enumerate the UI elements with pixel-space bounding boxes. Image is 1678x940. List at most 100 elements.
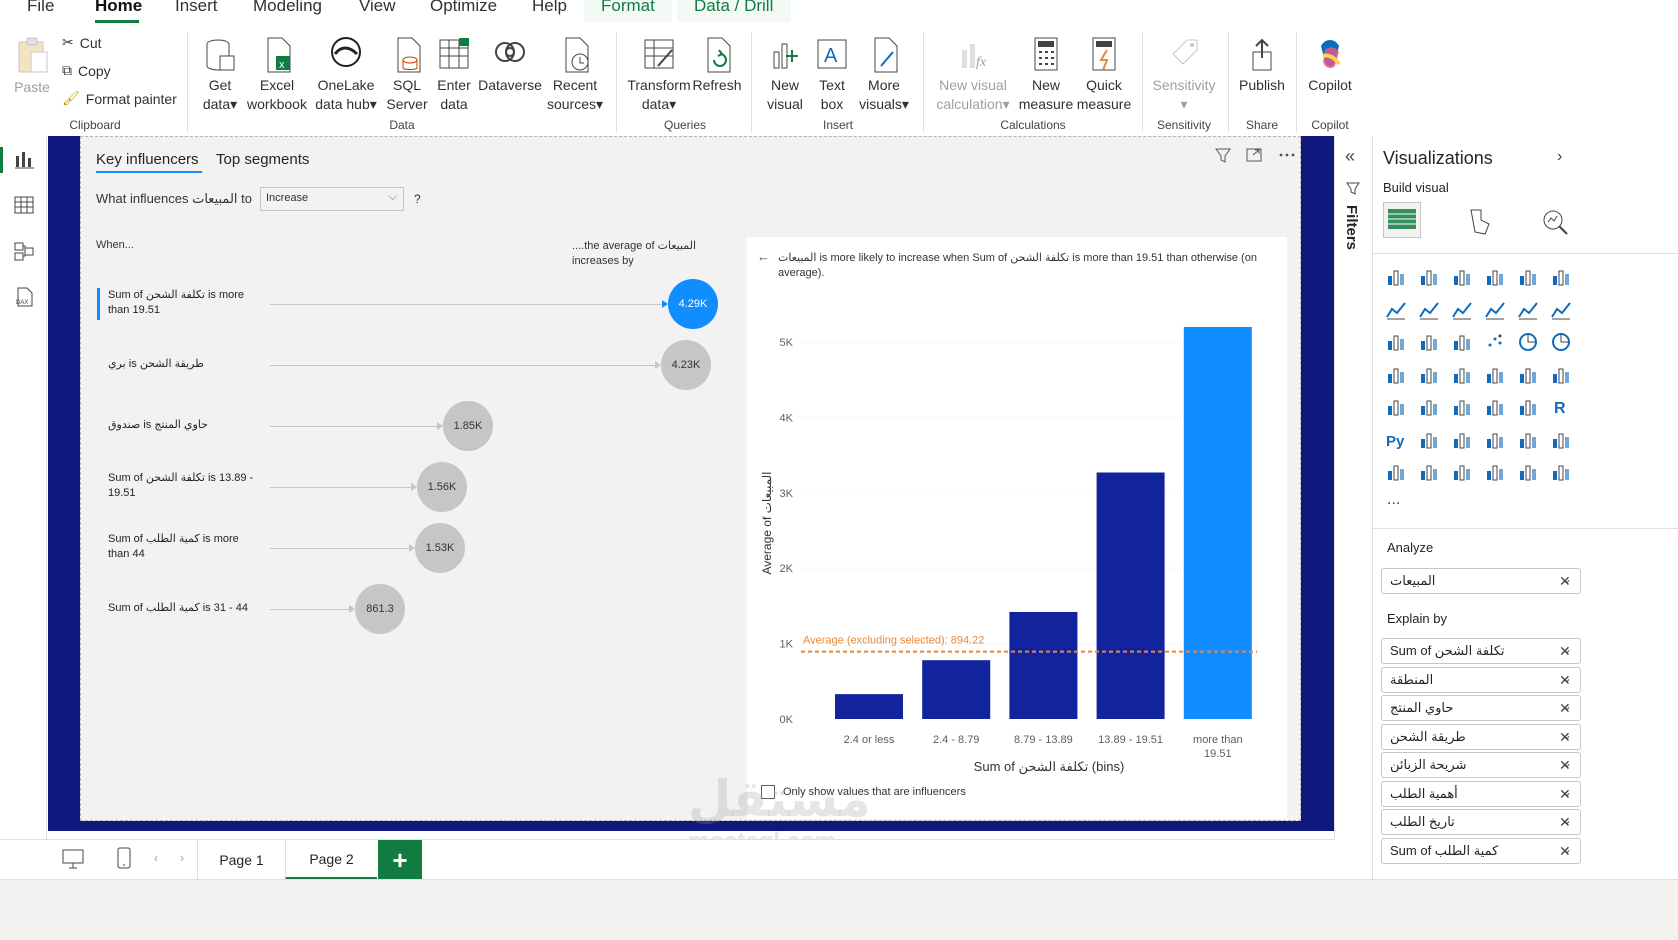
- desktop-layout-icon[interactable]: [60, 846, 86, 872]
- influence-bubble[interactable]: 1.56K: [417, 462, 467, 512]
- stacked-bar-icon[interactable]: [1385, 266, 1407, 288]
- bar[interactable]: [1096, 472, 1165, 719]
- dax-query-view-icon[interactable]: DAX: [13, 286, 35, 308]
- ribbon-icon[interactable]: [1550, 299, 1572, 321]
- explain-by-field[interactable]: شريحة الزبائن ⌄: [1381, 752, 1581, 778]
- gauge-icon[interactable]: [1517, 364, 1539, 386]
- analyze-field-well[interactable]: المبيعات ⌄: [1381, 568, 1581, 594]
- clustered-column-icon[interactable]: [1484, 266, 1506, 288]
- influence-bubble[interactable]: 4.29K: [668, 279, 718, 329]
- map-icon[interactable]: [1418, 364, 1440, 386]
- influencer-label[interactable]: Sum of تكلفة الشحن is more than 19.51: [108, 288, 258, 318]
- remove-field-icon[interactable]: ✕: [1559, 757, 1571, 774]
- help-icon[interactable]: ?: [414, 192, 421, 206]
- area-icon[interactable]: [1418, 299, 1440, 321]
- remove-field-icon[interactable]: ✕: [1559, 672, 1571, 689]
- scatter-icon[interactable]: [1484, 331, 1506, 353]
- explain-by-field[interactable]: أهمية الطلب ⌄: [1381, 780, 1581, 807]
- collapse-icon[interactable]: ›: [1557, 148, 1562, 166]
- qa-icon[interactable]: [1484, 429, 1506, 451]
- cut-button[interactable]: ✂ Cut: [62, 34, 102, 51]
- menu-insert[interactable]: Insert: [175, 0, 218, 16]
- influence-bubble[interactable]: 1.85K: [443, 401, 493, 451]
- table-view-icon[interactable]: [13, 194, 35, 216]
- bar[interactable]: [1183, 327, 1252, 719]
- add-page-button[interactable]: +: [378, 840, 422, 880]
- menu-modeling[interactable]: Modeling: [253, 0, 322, 16]
- line-column-icon[interactable]: [1517, 299, 1539, 321]
- page-tab-2[interactable]: Page 2: [285, 840, 377, 880]
- filters-label[interactable]: Filters: [1343, 205, 1360, 250]
- menu-view[interactable]: View: [359, 0, 396, 16]
- chevron-left-icon[interactable]: ‹: [154, 851, 158, 865]
- power-apps-icon[interactable]: [1451, 461, 1473, 483]
- explain-by-field[interactable]: المنطقة ⌄: [1381, 666, 1581, 693]
- get-data-button[interactable]: Get data▾: [195, 36, 245, 114]
- influencer-label[interactable]: صندوق is حاوي المنتج: [108, 418, 258, 433]
- 100pct-bar-icon[interactable]: [1517, 266, 1539, 288]
- influencer-label[interactable]: Sum of كمية الطلب is more than 44: [108, 532, 258, 562]
- decomposition-tree-icon[interactable]: [1451, 429, 1473, 451]
- pie-icon[interactable]: [1517, 331, 1539, 353]
- copilot-button[interactable]: Copilot: [1302, 36, 1358, 95]
- quick-measure-button[interactable]: Quick measure: [1076, 36, 1132, 114]
- page-tab-1[interactable]: Page 1: [197, 840, 285, 880]
- r-visual-icon[interactable]: R: [1550, 396, 1572, 418]
- new-visual-button[interactable]: New visual: [760, 36, 810, 114]
- new-card-icon[interactable]: [1418, 461, 1440, 483]
- explain-by-field[interactable]: حاوي المنتج ⌄: [1381, 695, 1581, 721]
- tab-key-influencers[interactable]: Key influencers: [96, 151, 199, 168]
- multi-row-card-icon[interactable]: [1385, 396, 1407, 418]
- remove-field-icon[interactable]: ✕: [1559, 700, 1571, 717]
- more-options-icon[interactable]: [1277, 145, 1297, 165]
- clustered-bar-icon[interactable]: [1451, 266, 1473, 288]
- paste-button[interactable]: Paste: [12, 36, 52, 97]
- card-icon[interactable]: [1550, 364, 1572, 386]
- focus-mode-icon[interactable]: [1244, 145, 1264, 165]
- python-visual-icon[interactable]: Py: [1385, 429, 1407, 451]
- filter-icon[interactable]: [1213, 145, 1233, 165]
- donut-icon[interactable]: [1550, 331, 1572, 353]
- ribbon-2-icon[interactable]: [1385, 331, 1407, 353]
- build-visual-tab[interactable]: [1383, 202, 1421, 238]
- more-visuals-ellipsis[interactable]: ...: [1387, 491, 1400, 509]
- explain-by-field[interactable]: طريقة الشحن ⌄: [1381, 723, 1581, 750]
- remove-field-icon[interactable]: ✕: [1559, 573, 1571, 590]
- remove-field-icon[interactable]: ✕: [1559, 786, 1571, 803]
- excel-workbook-button[interactable]: x Excel workbook: [244, 36, 310, 114]
- explain-by-field[interactable]: Sum of تكلفة الشحن ⌄: [1381, 638, 1581, 664]
- menu-optimize[interactable]: Optimize: [430, 0, 497, 16]
- new-visual-calculation-button[interactable]: fx New visual calculation▾: [930, 36, 1016, 114]
- azure-map-icon[interactable]: [1484, 364, 1506, 386]
- explain-by-field[interactable]: Sum of كمية الطلب ⌄: [1381, 837, 1581, 864]
- funnel-icon[interactable]: [1451, 331, 1473, 353]
- bar[interactable]: [922, 660, 991, 719]
- influencer-label[interactable]: Sum of تكلفة الشحن is 13.89 - 19.51: [108, 471, 258, 501]
- format-visual-icon[interactable]: [1463, 206, 1495, 236]
- influencer-label[interactable]: بري is طريقة الشحن: [108, 357, 258, 372]
- direction-dropdown[interactable]: Increase ⌵: [259, 187, 404, 211]
- table-icon[interactable]: [1484, 396, 1506, 418]
- remove-field-icon[interactable]: ✕: [1559, 729, 1571, 746]
- model-view-icon[interactable]: [13, 240, 35, 262]
- remove-field-icon[interactable]: ✕: [1559, 814, 1571, 831]
- stacked-column-icon[interactable]: [1418, 266, 1440, 288]
- menu-help[interactable]: Help: [532, 0, 567, 16]
- refresh-button[interactable]: Refresh: [692, 36, 742, 95]
- collapse-panes-icon[interactable]: «: [1345, 146, 1355, 167]
- publish-button[interactable]: Publish: [1234, 36, 1290, 95]
- goals-icon[interactable]: [1550, 429, 1572, 451]
- treemap-icon[interactable]: [1385, 364, 1407, 386]
- mobile-layout-icon[interactable]: [114, 846, 134, 872]
- onelake-data-hub-button[interactable]: OneLake data hub▾: [312, 36, 380, 114]
- narrative-icon[interactable]: [1517, 429, 1539, 451]
- key-influencers-icon[interactable]: [1418, 429, 1440, 451]
- chevron-right-icon[interactable]: ›: [180, 851, 184, 865]
- arcgis-icon[interactable]: [1550, 461, 1572, 483]
- more-visuals-button[interactable]: More visuals▾: [856, 36, 912, 114]
- filled-map-icon[interactable]: [1451, 364, 1473, 386]
- diamond-icon[interactable]: [1517, 461, 1539, 483]
- transform-data-button[interactable]: Transform data▾: [624, 36, 694, 114]
- text-box-button[interactable]: A Text box: [812, 36, 852, 114]
- sensitivity-button[interactable]: Sensitivity ▾: [1148, 36, 1220, 114]
